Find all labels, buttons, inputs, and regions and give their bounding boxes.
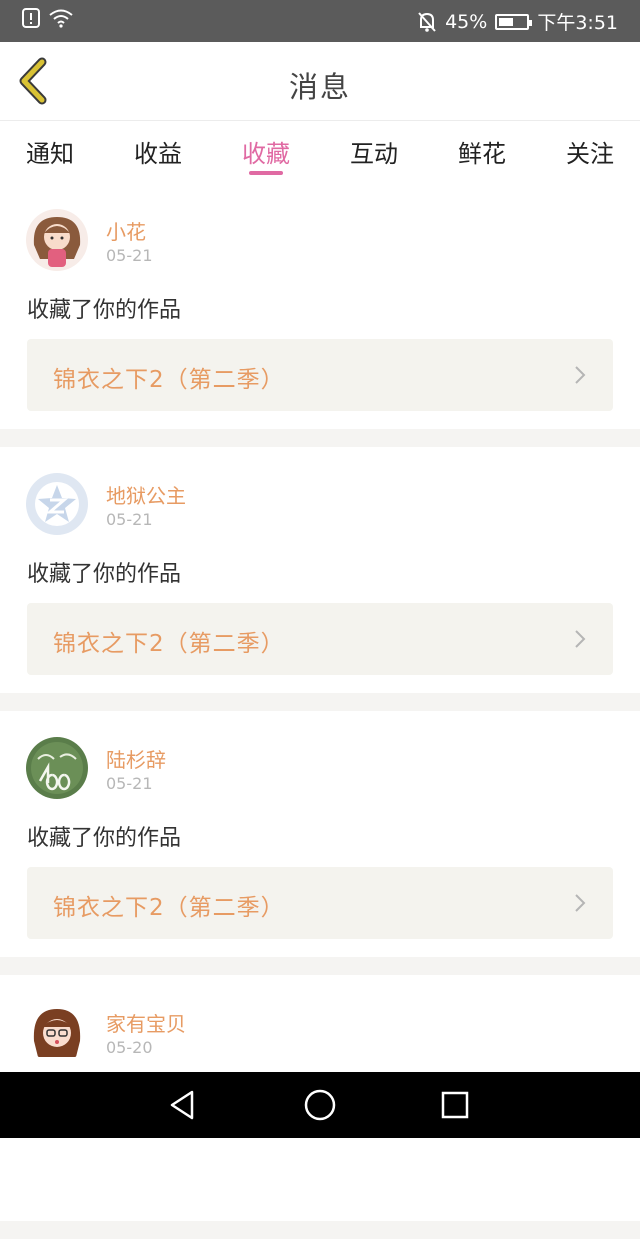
work-link[interactable]: 锦衣之下2（第二季） xyxy=(27,339,613,411)
chevron-right-icon xyxy=(575,894,586,912)
app-header: 消息 xyxy=(0,42,640,121)
avatar[interactable] xyxy=(26,209,88,271)
home-circle-icon[interactable] xyxy=(303,1088,337,1122)
message-date: 05-21 xyxy=(106,510,153,529)
mute-bell-icon xyxy=(418,11,436,32)
user-name[interactable]: 家有宝贝 xyxy=(106,1008,186,1037)
avatar[interactable] xyxy=(26,1001,88,1063)
system-nav-bar xyxy=(0,1072,640,1138)
active-tab-indicator xyxy=(249,171,283,175)
message-date: 05-21 xyxy=(106,774,153,793)
tab-bar: 通知 收益 收藏 互动 鲜花 关注 xyxy=(0,121,640,183)
message-text: 收藏了你的作品 xyxy=(27,298,182,323)
tab-following[interactable]: 关注 xyxy=(566,121,614,183)
message-date: 05-21 xyxy=(106,246,153,265)
work-title: 锦衣之下2（第二季） xyxy=(53,367,285,393)
message-text: 收藏了你的作品 xyxy=(27,826,182,851)
work-title: 锦衣之下2（第二季） xyxy=(53,631,285,657)
tab-earnings[interactable]: 收益 xyxy=(134,121,182,183)
back-triangle-icon[interactable] xyxy=(166,1088,200,1122)
message-text: 收藏了你的作品 xyxy=(27,562,182,587)
user-name[interactable]: 小花 xyxy=(106,216,146,245)
battery-percent: 45% xyxy=(445,10,488,33)
user-name[interactable]: 陆杉辞 xyxy=(106,744,166,773)
user-name[interactable]: 地狱公主 xyxy=(106,480,186,509)
status-bar: 45% 下午3:51 xyxy=(0,0,640,42)
work-link[interactable]: 锦衣之下2（第二季） xyxy=(27,603,613,675)
tab-interactions[interactable]: 互动 xyxy=(350,121,398,183)
work-title: 锦衣之下2（第二季） xyxy=(53,895,285,921)
avatar[interactable] xyxy=(26,473,88,535)
message-date: 05-20 xyxy=(106,1038,153,1057)
tab-notifications[interactable]: 通知 xyxy=(26,121,74,183)
chevron-right-icon xyxy=(575,630,586,648)
alert-icon xyxy=(22,8,40,28)
recents-square-icon[interactable] xyxy=(438,1088,472,1122)
message-card: 小花 05-21 收藏了你的作品 锦衣之下2（第二季） xyxy=(0,183,640,429)
page-title: 消息 xyxy=(288,70,351,104)
message-card: 地狱公主 05-21 收藏了你的作品 锦衣之下2（第二季） xyxy=(0,447,640,693)
battery-icon xyxy=(495,13,533,30)
avatar[interactable] xyxy=(26,737,88,799)
work-link[interactable]: 锦衣之下2（第二季） xyxy=(27,867,613,939)
tab-flowers[interactable]: 鲜花 xyxy=(458,121,506,183)
message-card: 陆杉辞 05-21 收藏了你的作品 锦衣之下2（第二季） xyxy=(0,711,640,957)
clock: 下午3:51 xyxy=(537,12,618,34)
wifi-icon xyxy=(49,9,73,28)
chevron-right-icon xyxy=(575,366,586,384)
tab-favorites[interactable]: 收藏 xyxy=(242,121,290,183)
